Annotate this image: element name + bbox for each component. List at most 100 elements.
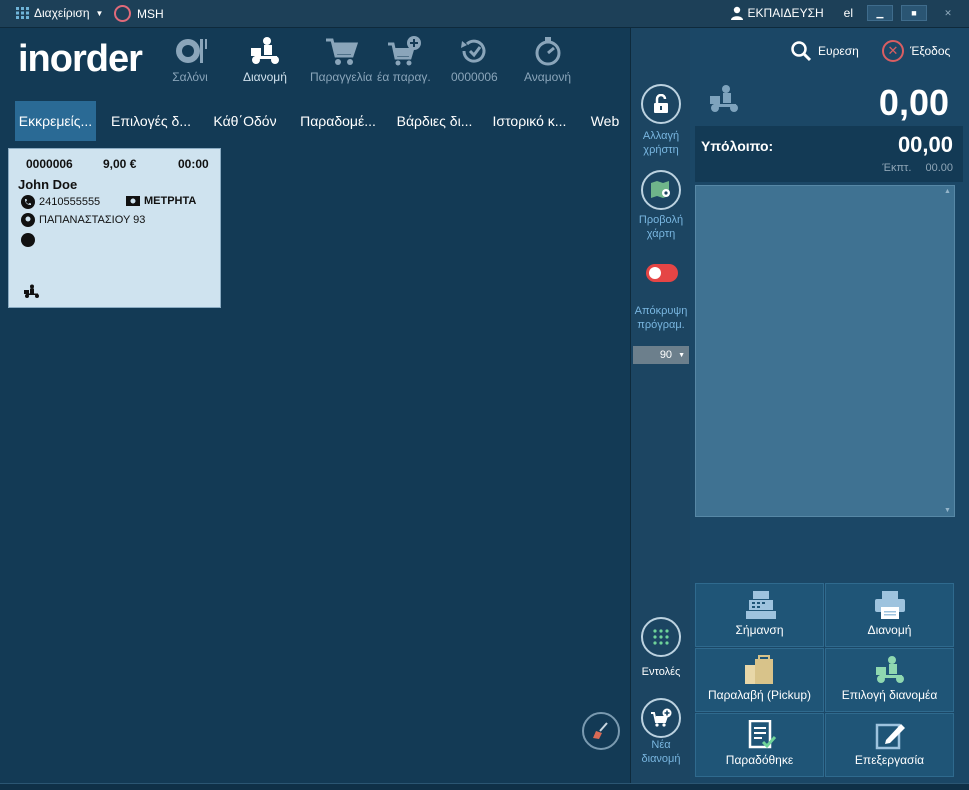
mark-button[interactable]: Σήμανση xyxy=(695,583,824,647)
toolbar-label: έα παραγ. xyxy=(377,70,431,84)
tab-shifts[interactable]: Βάρδιες δι... xyxy=(392,101,477,141)
discount-value: 00.00 xyxy=(925,162,953,174)
printer-icon xyxy=(874,591,905,619)
action-label: Επιλογή διανομέα xyxy=(841,688,938,702)
action-label: Παραλαβή (Pickup) xyxy=(707,688,812,702)
order-items-list[interactable]: ▲ ▼ xyxy=(695,185,955,517)
restore-button[interactable]: ■ xyxy=(901,5,927,21)
title-bar: Διαχείριση ▼ MSH ΕΚΠΑΙΔΕΥΣΗ el ▁ ■ ✕ xyxy=(0,0,969,28)
action-label: Σήμανση xyxy=(735,623,784,637)
exit-button[interactable]: ✕ Έξοδος xyxy=(882,40,950,62)
balance-box: Υπόλοιπο: 00,00 Έκπτ. 00.00 xyxy=(695,126,963,182)
search-icon xyxy=(791,41,812,62)
site-selector[interactable]: MSH xyxy=(114,5,164,22)
change-user-button[interactable] xyxy=(641,84,681,124)
toolbar-delivery[interactable]: Διανομή xyxy=(243,36,287,84)
order-card[interactable]: 0000006 9,00 € 00:00 John Doe 2410555555… xyxy=(8,148,221,308)
delivered-doc-icon xyxy=(748,720,776,749)
toolbar-label: Διανομή xyxy=(243,70,287,84)
select-courier-button[interactable]: Επιλογή διανομέα xyxy=(825,648,954,712)
hide-program-toggle[interactable] xyxy=(646,264,678,282)
dining-icon xyxy=(176,39,207,63)
delivery-scooter-icon xyxy=(250,37,279,64)
phone-icon xyxy=(21,195,35,209)
action-label: Παραδόθηκε xyxy=(725,753,794,767)
language-label[interactable]: el xyxy=(844,6,853,20)
commands-label: Εντολές xyxy=(641,666,681,678)
order-summary-panel: Ευρεση ✕ Έξοδος 0,00 Υπόλοιπο: 00,00 Έκπ… xyxy=(690,28,969,790)
user-icon xyxy=(730,6,743,20)
toolbar-label: Αναμονή xyxy=(524,70,571,84)
delivered-button[interactable]: Παραδόθηκε xyxy=(695,713,824,777)
toolbar-label: 0000006 xyxy=(451,70,498,84)
scroll-up-icon[interactable]: ▲ xyxy=(944,188,952,195)
unlock-icon xyxy=(654,94,668,113)
location-pin-icon xyxy=(21,213,35,227)
close-icon: ✕ xyxy=(882,40,904,62)
map-icon xyxy=(651,181,670,198)
customer-phone: 2410555555 xyxy=(39,196,101,208)
app-logo: inorder xyxy=(18,38,143,80)
balance-value: 00,00 xyxy=(897,132,953,157)
minimize-button[interactable]: ▁ xyxy=(867,5,893,21)
grid-icon xyxy=(16,7,29,19)
action-label: Επεξεργασία xyxy=(854,753,925,767)
search-label: Ευρεση xyxy=(818,44,859,58)
command-column: Αλλαγή χρήστη Προβολή χάρτη Απόκρυψη πρό… xyxy=(630,28,690,790)
exit-label: Έξοδος xyxy=(910,44,951,58)
history-icon xyxy=(461,39,486,63)
keypad-icon xyxy=(653,629,669,645)
clear-button[interactable] xyxy=(582,712,620,750)
order-time: 00:00 xyxy=(178,157,209,171)
edit-icon xyxy=(875,723,905,750)
admin-menu[interactable]: Διαχείριση ▼ xyxy=(16,6,103,20)
scroll-down-icon[interactable]: ▼ xyxy=(944,507,952,514)
order-number: 0000006 xyxy=(26,157,73,171)
cart-add-icon xyxy=(387,36,421,66)
cart-add-icon xyxy=(651,708,672,727)
delivery-tabs: Εκκρεμείς... Επιλογές δ... Κάθ΄Οδόν Παρα… xyxy=(0,101,630,141)
stopwatch-icon xyxy=(535,37,560,66)
site-label: MSH xyxy=(137,6,164,21)
user-indicator[interactable]: ΕΚΠΑΙΔΕΥΣΗ xyxy=(730,6,824,20)
delivery-scooter-icon xyxy=(710,85,738,112)
bell-icon xyxy=(21,233,35,247)
action-grid: Σήμανση Διανομή Παραλαβή (Pickup) Επιλογ… xyxy=(695,583,955,777)
customer-address: ΠΑΠΑΝΑΣΤΑΣΙΟΥ 93 xyxy=(39,214,146,226)
caret-down-icon: ▼ xyxy=(95,8,104,18)
hide-program-label: Απόκρυψη πρόγραμ. xyxy=(634,305,688,331)
toolbar-history[interactable]: 0000006 xyxy=(451,36,498,84)
tab-pending[interactable]: Εκκρεμείς... xyxy=(15,101,96,141)
pickup-button[interactable]: Παραλαβή (Pickup) xyxy=(695,648,824,712)
tab-on-the-way[interactable]: Κάθ΄Οδόν xyxy=(206,101,284,141)
close-window-button[interactable]: ✕ xyxy=(935,5,961,21)
chevron-down-icon: ▼ xyxy=(678,351,685,359)
broom-icon xyxy=(593,722,608,739)
tab-web[interactable]: Web xyxy=(582,101,628,141)
tab-delivered[interactable]: Παραδομέ... xyxy=(294,101,382,141)
new-delivery-button[interactable] xyxy=(641,698,681,738)
toolbar-label: Σαλόνι xyxy=(172,70,208,84)
status-ring-icon xyxy=(114,5,131,22)
change-user-label: Αλλαγή χρήστη xyxy=(642,130,680,156)
register-icon xyxy=(745,591,776,619)
tab-history[interactable]: Ιστορικό κ... xyxy=(487,101,572,141)
delivery-print-button[interactable]: Διανομή xyxy=(825,583,954,647)
toolbar-saloni[interactable]: Σαλόνι xyxy=(172,36,208,84)
map-view-button[interactable] xyxy=(641,170,681,210)
interval-select[interactable]: 90 ▼ xyxy=(633,346,689,364)
commands-button[interactable] xyxy=(641,617,681,657)
toolbar-waiting[interactable]: Αναμονή xyxy=(524,36,571,84)
tab-delivery-options[interactable]: Επιλογές δ... xyxy=(106,101,196,141)
toolbar-order[interactable]: Παραγγελία xyxy=(310,36,372,84)
edit-button[interactable]: Επεξεργασία xyxy=(825,713,954,777)
discount-label: Έκπτ. xyxy=(882,162,912,174)
map-view-label: Προβολή χάρτη xyxy=(638,214,684,240)
order-amount: 9,00 € xyxy=(103,157,137,171)
toolbar-label: Παραγγελία xyxy=(310,70,373,84)
new-delivery-label: Νέα διανομή xyxy=(641,739,681,765)
search-button[interactable]: Ευρεση xyxy=(790,40,859,62)
toolbar-new-order[interactable]: έα παραγ. xyxy=(377,36,431,84)
user-label: ΕΚΠΑΙΔΕΥΣΗ xyxy=(747,6,824,20)
customer-name: John Doe xyxy=(18,177,78,192)
